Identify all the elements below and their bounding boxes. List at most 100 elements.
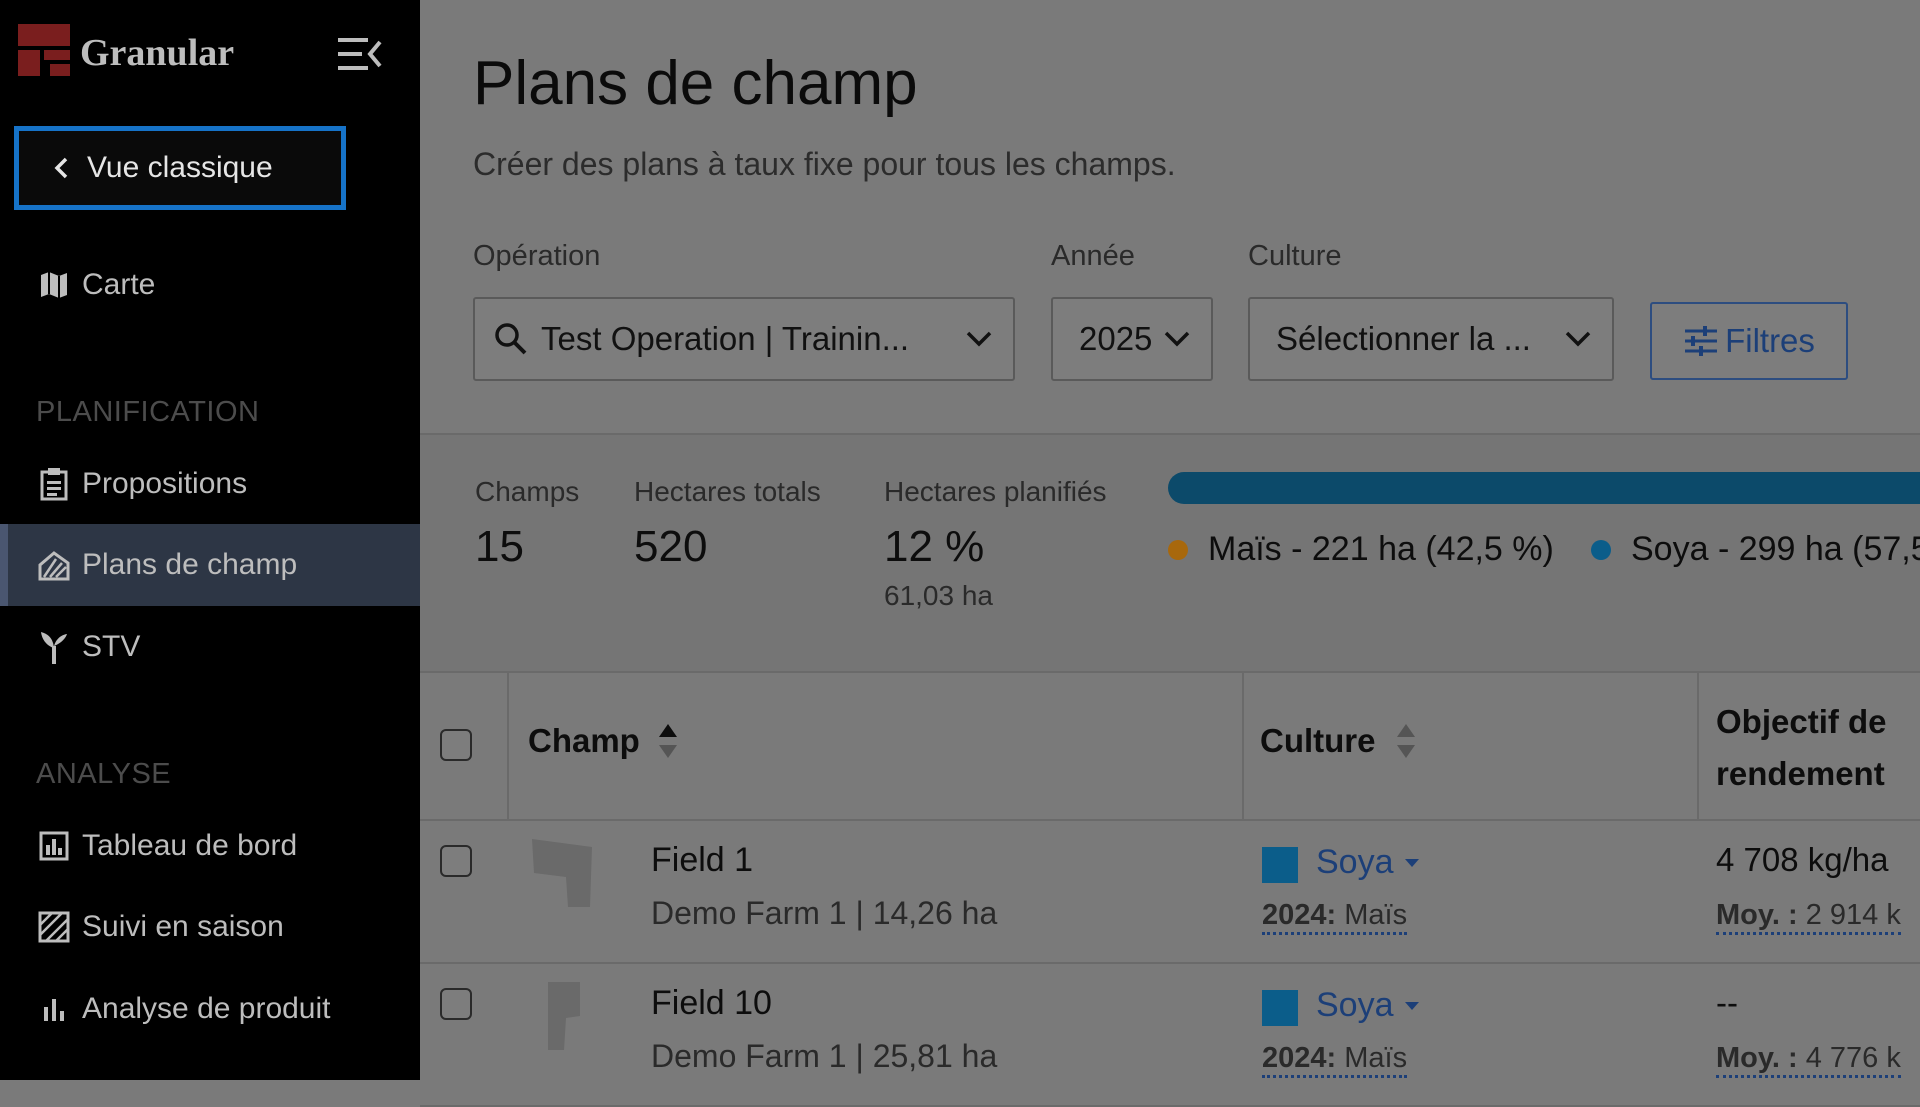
sidebar-item-stv[interactable]: STV	[0, 606, 420, 688]
section-label-planning: PLANIFICATION	[36, 396, 260, 428]
legend-label: Maïs - 221 ha (42,5 %)	[1208, 530, 1554, 568]
operation-label: Opération	[473, 240, 601, 272]
average-value: 4 776 k	[1805, 1042, 1901, 1074]
planned-hectares-value: 12 %	[884, 522, 985, 571]
previous-crop-name: Maïs	[1344, 899, 1408, 931]
field-details: Demo Farm 1 | 25,81 ha	[651, 1038, 998, 1074]
menu-collapse-icon	[338, 38, 382, 70]
crop-color-swatch	[1262, 990, 1298, 1026]
row-checkbox[interactable]	[440, 845, 472, 877]
soy-dot-icon	[1591, 539, 1611, 560]
filters-button[interactable]: Filtres	[1650, 302, 1848, 380]
field-plan-icon	[36, 547, 72, 583]
granular-logo-icon	[18, 24, 70, 76]
table-row[interactable]: Field 1 Demo Farm 1 | 14,26 ha Soya 2024…	[420, 819, 1920, 964]
previous-crop-name: Maïs	[1344, 1042, 1408, 1074]
yield-average[interactable]: Moy. : 2 914 k	[1716, 899, 1901, 935]
dashboard-icon	[36, 828, 72, 864]
sort-ascending-icon	[658, 722, 678, 760]
map-icon	[36, 267, 72, 303]
row-checkbox[interactable]	[440, 988, 472, 1020]
filters-button-label: Filtres	[1725, 322, 1815, 359]
column-header-yield-target[interactable]: Objectif de rendement	[1716, 696, 1887, 800]
column-header-label: Objectif de	[1716, 703, 1887, 740]
sidebar-item-dashboard[interactable]: Tableau de bord	[0, 805, 420, 887]
sidebar-item-field-plans[interactable]: Plans de champ	[0, 524, 420, 606]
crop-select[interactable]: Sélectionner la ...	[1248, 297, 1614, 381]
crop-color-swatch	[1262, 847, 1298, 883]
column-divider	[1697, 673, 1699, 819]
caret-down-icon	[1404, 858, 1420, 868]
search-icon	[481, 322, 541, 356]
chevron-down-icon	[959, 330, 999, 348]
field-shape-icon	[548, 982, 580, 1050]
sidebar-item-map[interactable]: Carte	[0, 244, 420, 326]
legend-label: Soya - 299 ha (57,5	[1631, 530, 1920, 568]
sidebar-item-label: Tableau de bord	[82, 829, 298, 862]
chevron-down-icon	[1157, 330, 1197, 348]
sidebar: Granular Vue classique Carte PLANIFICATI…	[0, 0, 420, 1080]
sidebar-item-label: Analyse de produit	[82, 992, 331, 1025]
column-header-label: rendement	[1716, 755, 1885, 792]
chevron-down-icon	[1558, 330, 1598, 348]
fields-count-value: 15	[475, 522, 524, 571]
yield-target-value[interactable]: --	[1716, 984, 1738, 1022]
sidebar-item-season-tracking[interactable]: Suivi en saison	[0, 886, 420, 968]
section-label-analysis: ANALYSE	[36, 758, 172, 790]
year-label: Année	[1051, 240, 1135, 272]
sidebar-item-propositions[interactable]: Propositions	[0, 443, 420, 525]
year-select[interactable]: 2025	[1051, 297, 1213, 381]
classic-view-button[interactable]: Vue classique	[14, 126, 346, 210]
caret-down-icon	[1404, 1001, 1420, 1011]
column-header-field[interactable]: Champ	[528, 722, 678, 760]
legend-item-soy: Soya - 299 ha (57,5	[1591, 530, 1920, 569]
crop-value: Sélectionner la ...	[1276, 320, 1531, 357]
sort-icon	[1396, 722, 1416, 760]
year-value: 2025	[1079, 320, 1153, 357]
page-subtitle: Créer des plans à taux fixe pour tous le…	[473, 146, 1176, 182]
logo[interactable]: Granular	[18, 24, 234, 76]
operation-select[interactable]: Test Operation | Trainin...	[473, 297, 1015, 381]
crop-distribution-bar	[1168, 472, 1920, 504]
previous-crop[interactable]: 2024: Maïs	[1262, 899, 1408, 935]
fields-count-label: Champs	[475, 476, 580, 507]
column-header-crop[interactable]: Culture	[1260, 722, 1416, 760]
total-hectares-label: Hectares totals	[634, 476, 821, 507]
legend-item-corn: Maïs - 221 ha (42,5 %)	[1168, 530, 1554, 569]
collapse-sidebar-button[interactable]	[336, 34, 384, 74]
previous-crop[interactable]: 2024: Maïs	[1262, 1042, 1408, 1078]
clipboard-icon	[36, 466, 72, 502]
sidebar-item-label: Plans de champ	[82, 548, 298, 581]
sidebar-item-label: STV	[82, 630, 141, 663]
average-label: Moy. :	[1716, 1042, 1798, 1074]
yield-target-value[interactable]: 4 708 kg/ha	[1716, 841, 1888, 879]
column-header-label: Champ	[528, 722, 640, 759]
sidebar-item-label: Propositions	[82, 467, 248, 500]
crop-label: Culture	[1248, 240, 1342, 272]
sidebar-item-product-analysis[interactable]: Analyse de produit	[0, 968, 420, 1050]
field-name[interactable]: Field 1	[651, 841, 753, 880]
season-tracking-icon	[36, 909, 72, 945]
operation-value: Test Operation | Trainin...	[541, 320, 910, 357]
field-name[interactable]: Field 10	[651, 984, 772, 1023]
table-row[interactable]: Field 10 Demo Farm 1 | 25,81 ha Soya 202…	[420, 962, 1920, 1107]
chevron-left-icon	[35, 156, 87, 180]
main-content: Plans de champ Créer des plans à taux fi…	[420, 0, 1920, 1107]
column-divider	[507, 673, 509, 819]
yield-average[interactable]: Moy. : 4 776 k	[1716, 1042, 1901, 1078]
corn-dot-icon	[1168, 539, 1188, 560]
average-value: 2 914 k	[1805, 899, 1901, 931]
previous-year: 2024:	[1262, 899, 1337, 931]
crop-name: Soya	[1316, 843, 1394, 881]
sidebar-item-label: Suivi en saison	[82, 910, 284, 943]
planned-hectares-label: Hectares planifiés	[884, 476, 1107, 507]
crop-dropdown[interactable]: Soya	[1316, 986, 1420, 1025]
sliders-icon	[1683, 325, 1719, 357]
select-all-checkbox[interactable]	[440, 729, 472, 761]
sprout-icon	[36, 629, 72, 665]
crop-dropdown[interactable]: Soya	[1316, 843, 1420, 882]
average-label: Moy. :	[1716, 899, 1798, 931]
planned-hectares-sub: 61,03 ha	[884, 580, 993, 611]
crop-name: Soya	[1316, 986, 1394, 1024]
field-shape-icon	[532, 839, 592, 907]
